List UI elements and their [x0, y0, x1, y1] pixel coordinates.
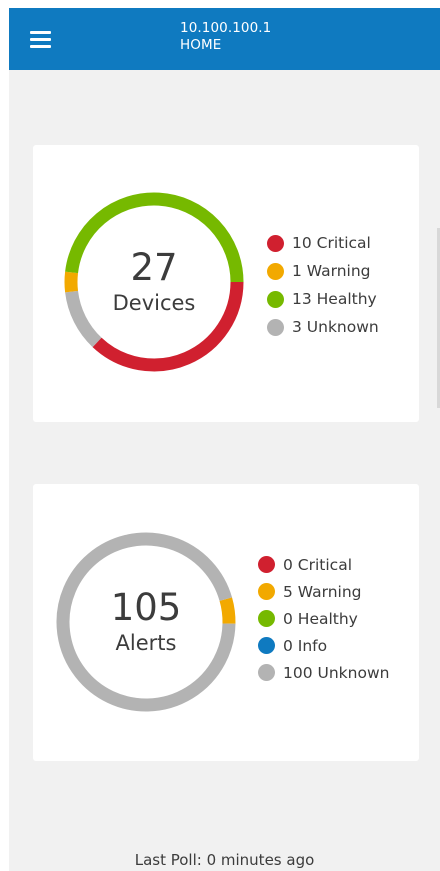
- header-bar: 10.100.100.1 HOME: [9, 8, 440, 70]
- legend-label: 1 Warning: [292, 262, 371, 280]
- last-poll-status: Last Poll: 0 minutes ago: [134, 851, 315, 869]
- critical-status-icon: [267, 234, 284, 252]
- menu-icon[interactable]: [21, 21, 61, 57]
- legend-item-healthy[interactable]: 13 Healthy: [267, 285, 379, 313]
- alerts-card[interactable]: 105 Alerts 0 Critical 5 Warning 0 Health…: [33, 484, 419, 761]
- devices-total: 27: [130, 246, 178, 289]
- menu-icon-line: [30, 38, 51, 41]
- devices-summary: 27 Devices: [63, 191, 245, 373]
- devices-donut: 27 Devices: [63, 191, 245, 373]
- legend-item-warning[interactable]: 1 Warning: [267, 257, 379, 285]
- unknown-status-icon: [258, 664, 275, 681]
- legend-label: 10 Critical: [292, 234, 371, 252]
- legend-label: 100 Unknown: [283, 663, 390, 682]
- legend-item-healthy[interactable]: 0 Healthy: [258, 605, 389, 632]
- warning-status-icon: [258, 583, 275, 600]
- header-title: 10.100.100.1 HOME: [180, 20, 271, 54]
- header-ip: 10.100.100.1: [180, 20, 272, 36]
- devices-label: Devices: [112, 291, 196, 315]
- legend-item-critical[interactable]: 0 Critical: [258, 551, 389, 578]
- legend-item-info[interactable]: 0 Info: [258, 632, 389, 659]
- alerts-label: Alerts: [115, 631, 177, 655]
- healthy-status-icon: [258, 610, 275, 627]
- legend-item-unknown[interactable]: 100 Unknown: [258, 659, 389, 686]
- healthy-status-icon: [267, 290, 284, 308]
- unknown-status-icon: [267, 318, 284, 336]
- info-status-icon: [258, 637, 275, 654]
- alerts-summary: 105 Alerts: [55, 531, 237, 713]
- devices-legend: 10 Critical 1 Warning 13 Healthy 3 Unkno…: [267, 229, 379, 341]
- warning-status-icon: [267, 262, 284, 280]
- legend-label: 0 Healthy: [283, 609, 358, 628]
- menu-icon-line: [30, 45, 51, 48]
- legend-label: 5 Warning: [283, 582, 362, 601]
- legend-item-warning[interactable]: 5 Warning: [258, 578, 389, 605]
- legend-item-unknown[interactable]: 3 Unknown: [267, 313, 379, 341]
- menu-icon-line: [30, 31, 51, 34]
- legend-item-critical[interactable]: 10 Critical: [267, 229, 379, 257]
- devices-card[interactable]: 27 Devices 10 Critical 1 Warning 13 Heal…: [33, 145, 419, 422]
- critical-status-icon: [258, 556, 275, 573]
- legend-label: 13 Healthy: [292, 290, 377, 308]
- app-frame: 10.100.100.1 HOME 27 Devices 10 Critical…: [9, 8, 440, 871]
- legend-label: 0 Critical: [283, 555, 353, 574]
- alerts-total: 105: [110, 586, 182, 629]
- header-page: HOME: [180, 37, 222, 53]
- alerts-donut: 105 Alerts: [55, 531, 237, 713]
- alerts-legend: 0 Critical 5 Warning 0 Healthy 0 Info 10…: [258, 551, 389, 686]
- legend-label: 0 Info: [283, 636, 328, 655]
- legend-label: 3 Unknown: [292, 318, 379, 336]
